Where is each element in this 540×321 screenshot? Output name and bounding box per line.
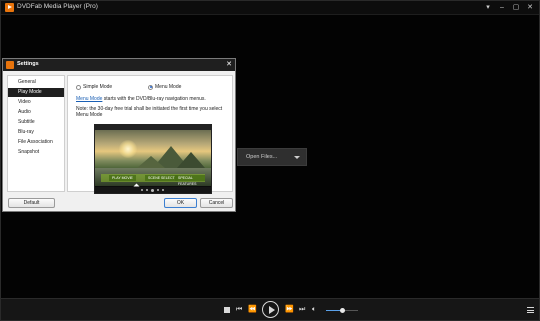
open-files-label: Open Files... xyxy=(246,154,278,160)
player-window: DVDFab Media Player (Pro) ▾ – ▢ ✕ Open F… xyxy=(0,0,540,321)
playback-control-bar: ⏮ ⏪ ⏩ ⏭ 🔈︎ xyxy=(1,298,539,320)
nav-item-video[interactable]: Video xyxy=(8,98,64,107)
mode-description-text: starts with the DVD/Blu-ray navigation m… xyxy=(102,96,206,102)
menu-dropdown-icon[interactable]: ▾ xyxy=(483,2,493,13)
default-button[interactable]: Default xyxy=(8,198,55,208)
play-mode-panel: Simple Mode Menu Mode Menu Mode starts w… xyxy=(67,75,233,194)
simple-mode-label: Simple Mode xyxy=(83,84,113,90)
simple-mode-radio[interactable] xyxy=(76,84,81,90)
stop-icon[interactable] xyxy=(224,307,230,313)
volume-icon[interactable]: 🔈︎ xyxy=(312,305,316,315)
nav-item-audio[interactable]: Audio xyxy=(8,108,64,117)
volume-slider[interactable] xyxy=(326,308,358,313)
preview-control-dot xyxy=(151,188,154,192)
preview-menu-play: PLAY MOVIE xyxy=(109,175,136,181)
rewind-icon[interactable]: ⏪ xyxy=(248,305,257,315)
settings-nav: General Play Mode Video Audio Subtitle B… xyxy=(7,75,65,192)
nav-item-file-association[interactable]: File Association xyxy=(8,138,64,147)
preview-control-dot xyxy=(146,189,148,191)
dialog-title: Settings xyxy=(17,61,39,67)
menu-mode-label: Menu Mode xyxy=(155,84,182,90)
preview-control-dot xyxy=(162,189,164,191)
settings-dialog: Settings ✕ General Play Mode Video Audio… xyxy=(2,58,236,212)
window-controls: ▾ – ▢ ✕ xyxy=(483,2,535,13)
mode-description: Menu Mode starts with the DVD/Blu-ray na… xyxy=(76,96,226,102)
preview-disc-menu: PLAY MOVIE SCENE SELECT SPECIAL FEATURES xyxy=(101,174,205,186)
title-bar: DVDFab Media Player (Pro) ▾ – ▢ ✕ xyxy=(1,1,539,15)
dvdfab-logo-icon xyxy=(5,3,14,12)
dialog-title-bar: Settings ✕ xyxy=(3,59,235,71)
maximize-icon[interactable]: ▢ xyxy=(511,2,521,13)
open-files-button[interactable]: Open Files... xyxy=(237,148,307,166)
menu-mode-radio[interactable] xyxy=(148,84,153,90)
menu-mode-option[interactable]: Menu Mode xyxy=(148,84,181,90)
preview-control-bar xyxy=(95,187,211,193)
play-icon[interactable] xyxy=(262,301,279,318)
preview-menu-features: SPECIAL FEATURES xyxy=(175,175,205,186)
dvdfab-logo-icon xyxy=(6,61,14,69)
preview-control-dot xyxy=(141,189,143,191)
preview-landscape: PLAY MOVIE SCENE SELECT SPECIAL FEATURES xyxy=(95,130,211,187)
dialog-close-icon[interactable]: ✕ xyxy=(226,60,232,70)
volume-knob[interactable] xyxy=(339,308,345,313)
minimize-icon[interactable]: – xyxy=(497,2,507,13)
nav-item-general[interactable]: General xyxy=(8,78,64,87)
fast-forward-icon[interactable]: ⏩ xyxy=(285,305,294,315)
nav-item-play-mode[interactable]: Play Mode xyxy=(8,88,64,97)
preview-control-dot xyxy=(157,189,159,191)
simple-mode-option[interactable]: Simple Mode xyxy=(76,84,112,90)
chevron-down-icon[interactable] xyxy=(294,156,300,159)
preview-menu-scenes: SCENE SELECT xyxy=(145,175,178,181)
window-title: DVDFab Media Player (Pro) xyxy=(17,3,98,10)
cancel-button[interactable]: Cancel xyxy=(200,198,233,208)
trial-note: Note: the 30-day free trial shall be ini… xyxy=(76,106,223,119)
previous-icon[interactable]: ⏮ xyxy=(236,305,242,315)
preview-mountain xyxy=(177,152,205,168)
preview-mountain xyxy=(137,156,165,168)
close-icon[interactable]: ✕ xyxy=(525,2,535,13)
playlist-icon[interactable] xyxy=(527,307,534,313)
ok-button[interactable]: OK xyxy=(164,198,197,208)
menu-mode-link[interactable]: Menu Mode xyxy=(76,96,102,102)
menu-mode-preview-image: PLAY MOVIE SCENE SELECT SPECIAL FEATURES xyxy=(94,124,212,194)
preview-sun xyxy=(119,140,137,158)
next-icon[interactable]: ⏭ xyxy=(299,305,305,315)
nav-item-blu-ray[interactable]: Blu-ray xyxy=(8,128,64,137)
nav-item-snapshot[interactable]: Snapshot xyxy=(8,148,64,157)
nav-item-subtitle[interactable]: Subtitle xyxy=(8,118,64,127)
